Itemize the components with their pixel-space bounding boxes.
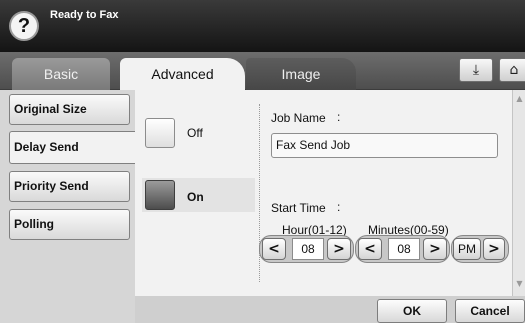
job-name-label: Job Name — [271, 111, 326, 125]
tab-image[interactable]: Image — [246, 58, 356, 90]
scroll-up-icon[interactable]: ▲ — [515, 94, 524, 103]
help-icon[interactable]: ? — [9, 11, 39, 41]
scrollbar[interactable]: ▲ ▼ — [512, 90, 525, 296]
on-option-label: On — [187, 190, 204, 204]
tray-icon[interactable]: ⤓ — [459, 58, 493, 82]
page-title: Ready to Fax — [50, 9, 119, 21]
ok-button[interactable]: OK — [377, 299, 447, 323]
ampm-toggle-button[interactable]: > — [483, 238, 505, 260]
minutes-decrease-button[interactable]: < — [358, 238, 382, 260]
off-option-label: Off — [187, 126, 203, 140]
hour-decrease-button[interactable]: < — [262, 238, 286, 260]
sidebar-item-priority-send[interactable]: Priority Send — [9, 171, 130, 202]
cancel-button[interactable]: Cancel — [455, 299, 525, 323]
sidebar-item-polling[interactable]: Polling — [9, 209, 130, 240]
start-time-colon: : — [337, 200, 341, 214]
job-name-field[interactable]: Fax Send Job — [271, 133, 498, 158]
tab-advanced[interactable]: Advanced — [120, 58, 245, 90]
hour-value: 08 — [292, 238, 324, 260]
ampm-value[interactable]: PM — [453, 238, 481, 260]
tab-bar: Basic Advanced Image — [0, 52, 525, 90]
sidebar-item-original-size[interactable]: Original Size — [9, 94, 130, 125]
job-name-colon: : — [337, 110, 341, 124]
scroll-down-icon[interactable]: ▼ — [515, 279, 524, 288]
start-time-label: Start Time — [271, 201, 326, 215]
title-bar: ? Ready to Fax — [0, 0, 525, 52]
home-icon[interactable]: ⌂ — [499, 58, 525, 82]
on-option-button[interactable] — [145, 180, 175, 210]
off-option-button[interactable] — [145, 118, 175, 148]
hour-increase-button[interactable]: > — [327, 238, 351, 260]
minutes-increase-button[interactable]: > — [423, 238, 447, 260]
tab-basic[interactable]: Basic — [12, 58, 110, 90]
minutes-value: 08 — [388, 238, 420, 260]
sidebar-item-delay-send[interactable]: Delay Send — [9, 131, 135, 164]
